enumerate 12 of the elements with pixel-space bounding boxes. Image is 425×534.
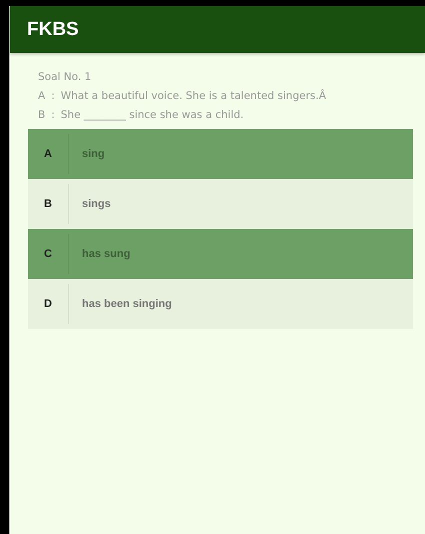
app-title: FKBS: [27, 18, 79, 40]
speaker-label: A: [38, 90, 46, 102]
speaker-label: B: [38, 109, 46, 121]
question-number: Soal No. 1: [38, 71, 92, 83]
dialogue-text: What a beautiful voice. She is a talented singers.Â: [60, 90, 326, 102]
separator: :: [51, 90, 55, 102]
separator: :: [51, 109, 55, 121]
answer-option[interactable]: D has been singing: [28, 279, 413, 329]
answer-option[interactable]: A sing: [28, 129, 413, 179]
answer-option[interactable]: C has sung: [28, 229, 413, 279]
answer-option[interactable]: B sings: [28, 179, 413, 229]
dialogue-text: She ________ since she was a child.: [60, 109, 244, 121]
